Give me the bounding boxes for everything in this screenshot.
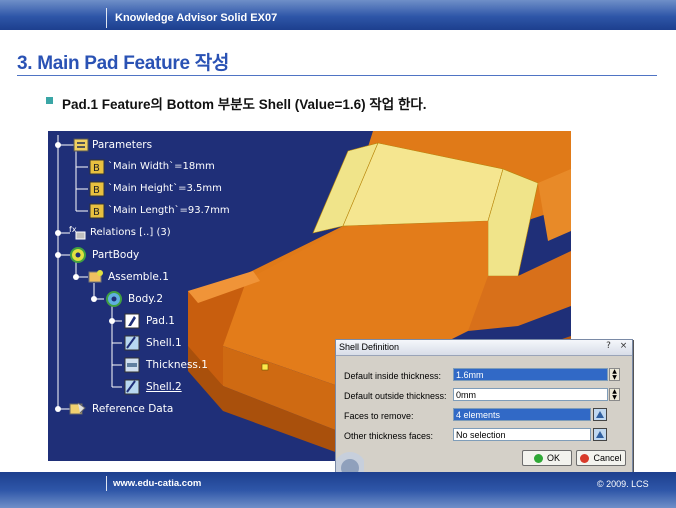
other-thickness-faces-label: Other thickness faces: (344, 431, 434, 441)
bullet-text: Pad.1 Feature의 Bottom 부분도 Shell (Value=1… (62, 97, 427, 112)
svg-text:B: B (93, 185, 100, 196)
inside-thickness-label: Default inside thickness: (344, 371, 442, 381)
outside-thickness-spinner[interactable]: ▲ ▼ (609, 388, 620, 401)
tree-assemble[interactable]: Assemble.1 (108, 271, 169, 283)
header-separator (106, 8, 107, 28)
outside-thickness-label: Default outside thickness: (344, 391, 447, 401)
tree-relations[interactable]: Relations [..] (3) (90, 227, 171, 238)
slide-title: 3. Main Pad Feature 작성 (17, 53, 230, 74)
body-gear-icon (106, 291, 122, 307)
thickness-icon (124, 357, 140, 373)
tree-shell1[interactable]: Shell.1 (146, 337, 182, 349)
tree-shell2[interactable]: Shell.2 (146, 381, 182, 393)
cancel-icon (580, 453, 590, 463)
tree-partbody[interactable]: PartBody (92, 249, 139, 261)
bullet-icon (46, 97, 53, 104)
footer-separator (106, 476, 107, 491)
shell-definition-dialog: Shell Definition ? × Default inside thic… (335, 339, 633, 473)
parameter-height-icon: B (89, 181, 105, 197)
partbody-gear-icon (70, 247, 86, 263)
tree-reference-data[interactable]: Reference Data (92, 403, 173, 415)
help-icon[interactable]: ? (604, 342, 613, 351)
reference-data-icon (69, 402, 86, 415)
close-icon[interactable]: × (619, 342, 628, 351)
header-bar (0, 0, 676, 30)
other-faces-select-icon[interactable] (593, 428, 607, 441)
header-title: Knowledge Advisor Solid EX07 (115, 12, 278, 24)
inside-thickness-spinner[interactable]: ▲ ▼ (609, 368, 620, 381)
parameter-width-icon: B (89, 159, 105, 175)
faces-to-remove-label: Faces to remove: (344, 411, 414, 421)
footer-copyright: © 2009. LCS (597, 479, 649, 489)
ok-icon (533, 453, 543, 463)
assemble-icon (88, 270, 103, 283)
shell-icon (124, 335, 140, 351)
shell2-icon (124, 379, 140, 395)
ok-label: OK (546, 453, 560, 463)
cancel-button[interactable]: Cancel (576, 450, 626, 466)
tree-parameters[interactable]: Parameters (92, 139, 152, 151)
catia-logo-icon (336, 452, 364, 472)
faces-to-remove-field[interactable]: 4 elements (453, 408, 591, 421)
tree-thickness1[interactable]: Thickness.1 (146, 359, 208, 371)
tree-param-length[interactable]: `Main Length`=93.7mm (108, 205, 230, 216)
svg-text:B: B (93, 207, 100, 218)
inside-thickness-input[interactable]: 1.6mm (453, 368, 608, 381)
pad-icon (124, 313, 140, 329)
relations-icon: fx (69, 225, 86, 240)
title-divider (17, 75, 657, 76)
tree-param-width[interactable]: `Main Width`=18mm (108, 161, 215, 172)
ok-button[interactable]: OK (522, 450, 572, 466)
parameters-icon (73, 138, 89, 152)
tree-body2[interactable]: Body.2 (128, 293, 163, 305)
footer-url[interactable]: www.edu-catia.com (113, 478, 201, 489)
cancel-label: Cancel (593, 453, 622, 463)
other-thickness-faces-field[interactable]: No selection (453, 428, 591, 441)
outside-thickness-input[interactable]: 0mm (453, 388, 608, 401)
tree-pad1[interactable]: Pad.1 (146, 315, 175, 327)
footer-bar (0, 472, 676, 508)
tree-param-height[interactable]: `Main Height`=3.5mm (108, 183, 222, 194)
faces-remove-select-icon[interactable] (593, 408, 607, 421)
svg-text:B: B (93, 163, 100, 174)
dialog-title: Shell Definition (339, 342, 400, 352)
parameter-length-icon: B (89, 203, 105, 219)
